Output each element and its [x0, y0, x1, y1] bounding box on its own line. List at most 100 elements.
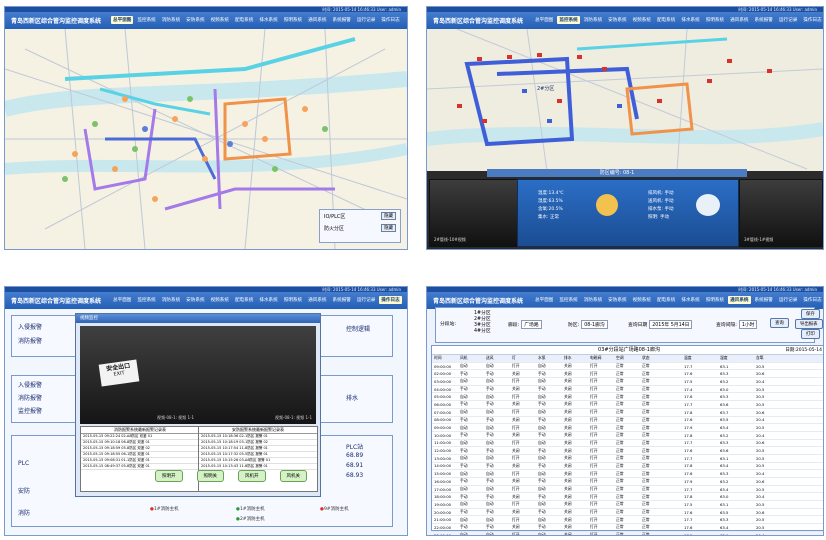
- grid-cell: 关闭: [564, 470, 572, 476]
- grid-cell: 63.5: [720, 509, 729, 515]
- menu-item[interactable]: 消防系统: [160, 16, 182, 24]
- fan-off-button[interactable]: 风机关: [279, 470, 307, 482]
- menu-item[interactable]: 监控系统: [135, 16, 157, 24]
- menu-item[interactable]: 通风系统: [306, 16, 328, 24]
- map-canvas[interactable]: IO/PLC区 隐藏 防火分区 隐藏: [5, 28, 407, 249]
- menu-item[interactable]: 操作日志: [379, 16, 401, 24]
- table-row[interactable]: 17:00:00 自动 自动 打开 自动 关闭 打开 正常 正常 17.7 63.4 20.5: [432, 486, 823, 494]
- table-row[interactable]: 13:00:00 自动 自动 打开 自动 关闭 打开 正常 正常 17.7 63.1 20.5: [432, 455, 823, 463]
- table-row[interactable]: 09:00:00 自动 自动 打开 自动 关闭 打开 正常 正常 17.7 63.1 20.5: [432, 363, 823, 371]
- table-row[interactable]: 12:00:00 手动 手动 关闭 手动 关闭 打开 正常 正常 17.6 63.6 20.5: [432, 447, 823, 455]
- grid-cell: 63.4: [720, 425, 729, 431]
- menu-item[interactable]: 通风系统: [728, 296, 751, 304]
- menu-item[interactable]: 排水系统: [679, 16, 701, 24]
- zone-options[interactable]: 1#分区 2#分区 3#分区 4#分区: [474, 311, 491, 335]
- menu-item[interactable]: 配电系统: [655, 296, 677, 304]
- menu-item[interactable]: 安防系统: [184, 16, 206, 24]
- menu-item[interactable]: 视频系统: [209, 296, 231, 304]
- fan-on-button[interactable]: 风机开: [238, 470, 266, 482]
- menu-item[interactable]: 安防系统: [606, 296, 628, 304]
- menu-item[interactable]: 系统报警: [753, 16, 775, 24]
- title-bar: 时间: 2015-05-14 16:46:33 User: admin 青岛西新…: [427, 287, 823, 309]
- menu-item[interactable]: 通风系统: [728, 16, 750, 24]
- menu-item[interactable]: 总平面图: [111, 16, 134, 24]
- menu-item[interactable]: 消防系统: [160, 296, 182, 304]
- menu-item[interactable]: 排水系统: [257, 16, 279, 24]
- table-row[interactable]: 15:00:00 自动 自动 打开 自动 关闭 打开 正常 正常 17.6 63.3 20.4: [432, 470, 823, 478]
- section-field[interactable]: 防区: 08-1廊沟: [568, 320, 608, 329]
- menu-item[interactable]: 视频系统: [209, 16, 231, 24]
- menu-item[interactable]: 操作日志: [801, 296, 823, 304]
- toggle-plc-button[interactable]: 隐藏: [381, 212, 396, 220]
- menu-item[interactable]: 监控系统: [557, 16, 580, 24]
- menu-item[interactable]: 照明系统: [704, 296, 726, 304]
- table-row[interactable]: 03:00:00 自动 自动 打开 自动 关闭 打开 正常 正常 17.5 63.2 20.4: [432, 378, 823, 386]
- menu-item[interactable]: 照明系统: [282, 16, 304, 24]
- table-row[interactable]: 04:00:00 手动 手动 关闭 手动 关闭 打开 正常 正常 17.4 63.0 20.5: [432, 386, 823, 394]
- menu-item[interactable]: 操作日志: [801, 16, 823, 24]
- grid-cell: 正常: [642, 462, 650, 468]
- search-button[interactable]: 查询: [770, 318, 789, 328]
- menu-item[interactable]: 照明系统: [704, 16, 726, 24]
- menu-item[interactable]: 运行记录: [777, 16, 799, 24]
- menu-item[interactable]: 系统报警: [331, 296, 353, 304]
- grid-cell: 自动: [538, 409, 546, 415]
- table-row[interactable]: 22:00:00 手动 手动 关闭 手动 关闭 打开 正常 正常 17.6 63.4 20.5: [432, 524, 823, 532]
- menu-item[interactable]: 排水系统: [257, 296, 279, 304]
- menu-item[interactable]: 系统报警: [331, 16, 353, 24]
- interval-field[interactable]: 查询间隔: 1小时: [716, 320, 758, 329]
- table-row[interactable]: 05:00:00 自动 自动 打开 自动 关闭 打开 正常 正常 17.6 63.3 20.5: [432, 393, 823, 402]
- table-row[interactable]: 07:00:00 自动 自动 打开 自动 关闭 打开 正常 正常 17.8 63.7 20.6: [432, 409, 823, 417]
- menu-item[interactable]: 配电系统: [233, 296, 255, 304]
- light-on-button[interactable]: 照明开: [155, 470, 183, 482]
- menu-item[interactable]: 配电系统: [655, 16, 677, 24]
- print-button[interactable]: 打印: [801, 329, 820, 339]
- menu-item[interactable]: 配电系统: [233, 16, 255, 24]
- table-row[interactable]: 19:00:00 自动 自动 打开 自动 关闭 打开 正常 正常 17.5 63.1 20.5: [432, 501, 823, 509]
- menu-item[interactable]: 运行记录: [355, 296, 377, 304]
- menu-item[interactable]: 安防系统: [606, 16, 628, 24]
- video-feed-left[interactable]: 2#管线-10#视频: [429, 179, 519, 247]
- menu-item[interactable]: 总平面图: [533, 296, 555, 304]
- table-row[interactable]: 08:00:00 手动 手动 关闭 手动 关闭 打开 正常 正常 17.6 63.5 20.4: [432, 417, 823, 425]
- grid-cell: 关闭: [512, 462, 520, 468]
- menu-item[interactable]: 排水系统: [679, 296, 701, 304]
- table-row[interactable]: 14:00:00 手动 手动 关闭 手动 关闭 打开 正常 正常 17.8 63.4 20.5: [432, 462, 823, 471]
- table-row[interactable]: 23:00:00 自动 自动 打开 自动 关闭 打开 正常 正常 17.5 63.1 20.4: [432, 532, 823, 535]
- toggle-fire-zone-button[interactable]: 隐藏: [381, 224, 396, 232]
- video-feed-right[interactable]: 3#管线-1#视频: [739, 179, 823, 247]
- save-button[interactable]: 保存: [801, 309, 820, 319]
- date-field[interactable]: 查询日期 2015年 5月14日: [628, 320, 693, 329]
- dialog-video-left[interactable]: 安全出口 EXIT 视频-08-1: 视频 1-1: [80, 326, 198, 424]
- menu-item[interactable]: 操作日志: [379, 296, 402, 304]
- menu-item[interactable]: 通风系统: [306, 296, 328, 304]
- light-off-button[interactable]: 照明关: [196, 470, 224, 482]
- table-row[interactable]: 06:00:00 手动 手动 关闭 手动 关闭 打开 正常 正常 17.7 63.6 20.5: [432, 401, 823, 409]
- zone-map[interactable]: 2#分区: [427, 28, 823, 172]
- menu-item[interactable]: 监控系统: [135, 296, 157, 304]
- table-row[interactable]: 10:00:00 手动 手动 关闭 手动 关闭 打开 正常 正常 17.8 63.2 20.4: [432, 432, 823, 440]
- table-row[interactable]: 02:00:00 手动 手动 关闭 手动 关闭 打开 正常 正常 17.6 63.3 20.6: [432, 370, 823, 379]
- menu-item[interactable]: 消防系统: [582, 16, 604, 24]
- table-row[interactable]: 11:00:00 自动 自动 打开 自动 关闭 打开 正常 正常 17.7 63.3 20.6: [432, 440, 823, 448]
- menu-item[interactable]: 视频系统: [631, 296, 653, 304]
- table-row[interactable]: 09:00:00 自动 自动 打开 自动 关闭 打开 正常 正常 17.9 63.4 20.5: [432, 424, 823, 432]
- menu-item[interactable]: 视频系统: [631, 16, 653, 24]
- table-row[interactable]: 18:00:00 手动 手动 关闭 手动 关闭 打开 正常 正常 17.8 63.0 20.4: [432, 493, 823, 502]
- export-button[interactable]: 导出报表: [795, 319, 823, 329]
- menu-item[interactable]: 运行记录: [355, 16, 377, 24]
- menu-item[interactable]: 总平面图: [111, 296, 133, 304]
- menu-item[interactable]: 消防系统: [582, 296, 604, 304]
- menu-item[interactable]: 监控系统: [557, 296, 579, 304]
- menu-item[interactable]: 照明系统: [282, 296, 304, 304]
- grid-cell: 手动: [460, 370, 468, 376]
- table-row[interactable]: 21:00:00 自动 自动 打开 自动 关闭 打开 正常 正常 17.7 63.3 20.5: [432, 516, 823, 525]
- table-row[interactable]: 20:00:00 手动 手动 关闭 手动 关闭 打开 正常 正常 17.6 63.5 20.6: [432, 509, 823, 517]
- dialog-video-right[interactable]: 视频-08-1: 视频 1-1: [198, 326, 316, 424]
- menu-item[interactable]: 运行记录: [777, 296, 799, 304]
- table-row[interactable]: 16:00:00 手动 手动 关闭 手动 关闭 打开 正常 正常 17.9 63.2 20.6: [432, 478, 823, 486]
- menu-item[interactable]: 系统报警: [753, 296, 775, 304]
- tunnel-field[interactable]: 廊段: 广场路: [508, 320, 542, 329]
- menu-item[interactable]: 安防系统: [184, 296, 206, 304]
- menu-item[interactable]: 总平面图: [533, 16, 555, 24]
